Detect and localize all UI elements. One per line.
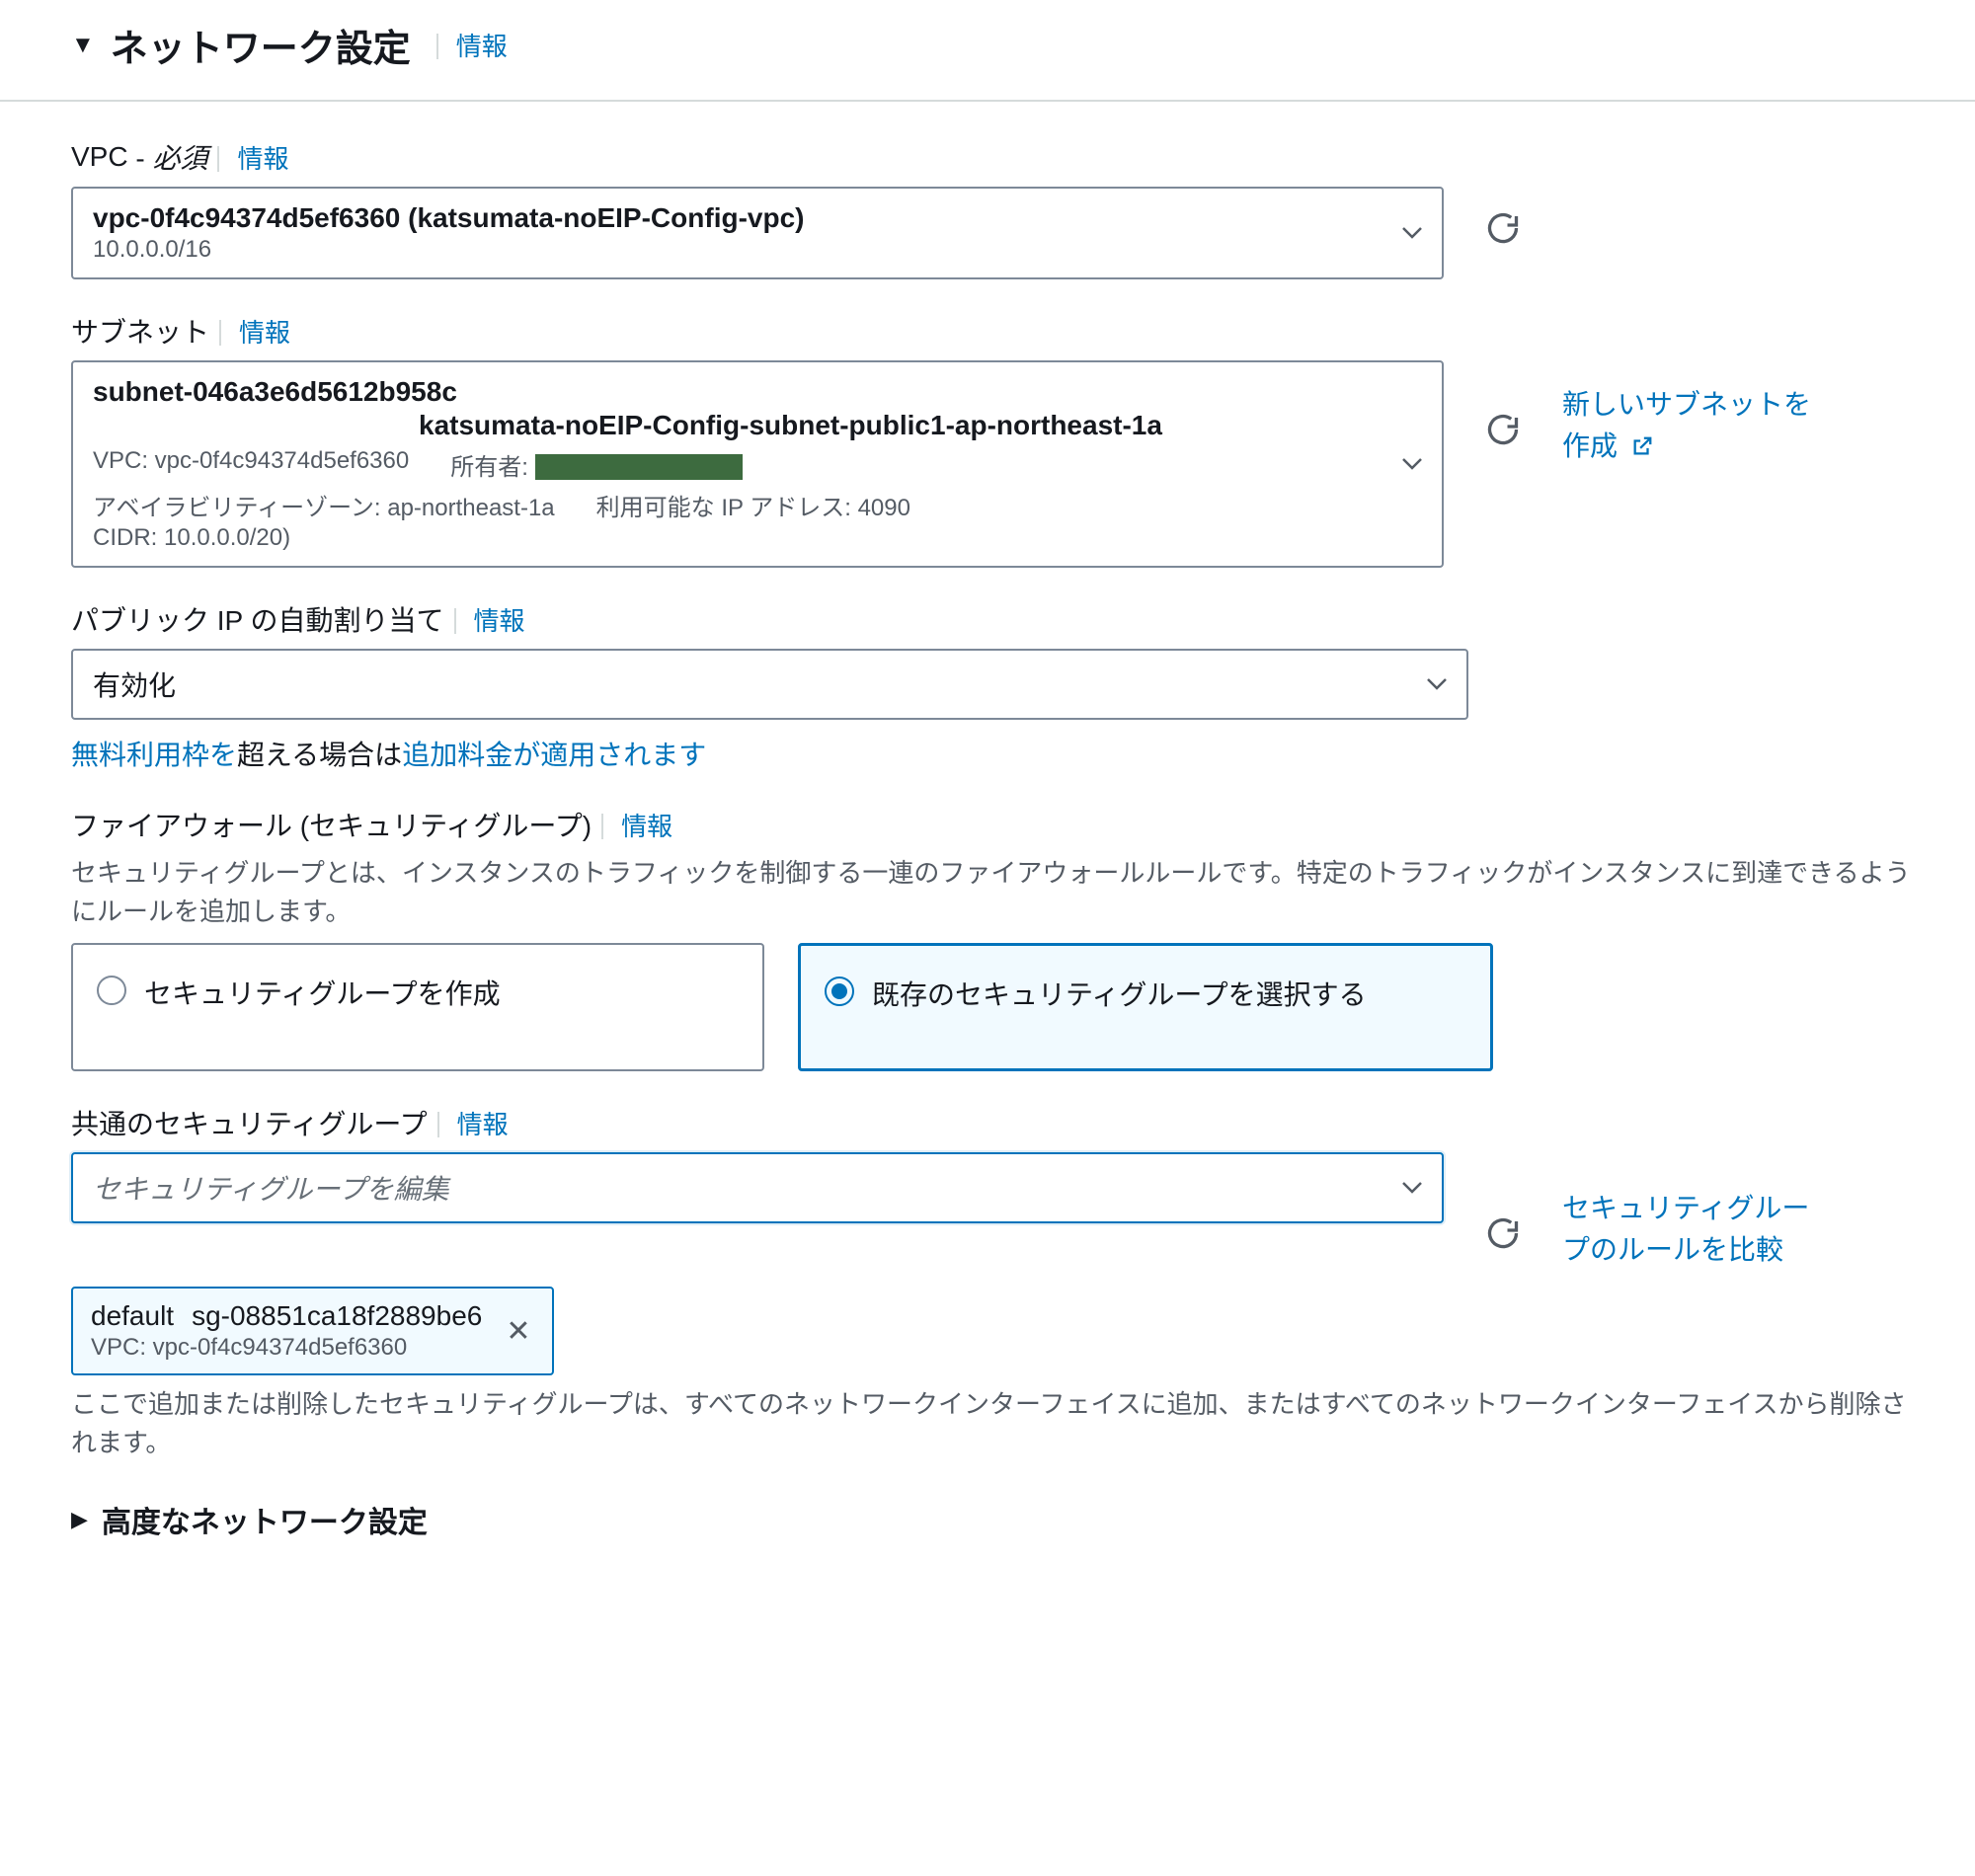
firewall-description: セキュリティグループとは、インスタンスのトラフィックを制御する一連のファイアウォ… xyxy=(71,854,1916,931)
header-info-link[interactable]: 情報 xyxy=(427,27,508,63)
chevron-down-icon xyxy=(1402,1182,1422,1194)
common-sg-label-row: 共通のセキュリティグループ 情報 xyxy=(71,1103,1916,1142)
common-sg-label: 共通のセキュリティグループ xyxy=(71,1103,428,1142)
vpc-field: VPC - 必須 情報 vpc-0f4c94374d5ef6360 (katsu… xyxy=(71,137,1916,279)
remove-token-button[interactable]: ✕ xyxy=(502,1314,534,1349)
vpc-refresh-button[interactable] xyxy=(1473,198,1533,258)
vpc-label: VPC xyxy=(71,141,128,173)
advanced-network-toggle[interactable]: ▶ 高度なネットワーク設定 xyxy=(71,1498,1916,1541)
vpc-required: 必須 xyxy=(152,143,207,174)
vpc-info-link[interactable]: 情報 xyxy=(207,139,288,176)
common-sg-placeholder: セキュリティグループを編集 xyxy=(93,1168,1392,1208)
public-ip-info-link[interactable]: 情報 xyxy=(444,601,525,638)
sg-refresh-button[interactable] xyxy=(1473,1204,1533,1263)
subnet-name: katsumata-noEIP-Config-subnet-public1-ap… xyxy=(419,410,1392,441)
create-subnet-link[interactable]: 新しいサブネットを作成 xyxy=(1562,384,1819,469)
subnet-owner: 所有者: xyxy=(450,447,742,482)
sg-token-vpc: VPC: vpc-0f4c94374d5ef6360 xyxy=(91,1334,482,1362)
subnet-select[interactable]: subnet-046a3e6d5612b958c katsumata-noEIP… xyxy=(71,360,1444,568)
radio-create-label: セキュリティグループを作成 xyxy=(144,973,501,1012)
subnet-label: サブネット xyxy=(71,311,209,351)
firewall-label-row: ファイアウォール (セキュリティグループ) 情報 xyxy=(71,805,1916,844)
firewall-field: ファイアウォール (セキュリティグループ) 情報 セキュリティグループとは、イン… xyxy=(71,805,1916,1071)
free-tier-link-2[interactable]: 追加料金が適用されます xyxy=(402,740,706,770)
radio-existing-label: 既存のセキュリティグループを選択する xyxy=(872,974,1367,1013)
compare-sg-rules-link[interactable]: セキュリティグループのルールを比較 xyxy=(1562,1188,1819,1271)
public-ip-select[interactable]: 有効化 xyxy=(71,649,1468,720)
common-sg-select[interactable]: セキュリティグループを編集 xyxy=(71,1152,1444,1223)
public-ip-label-row: パブリック IP の自動割り当て 情報 xyxy=(71,599,1916,639)
redacted-owner xyxy=(535,454,743,480)
public-ip-label: パブリック IP の自動割り当て xyxy=(71,599,444,639)
radio-icon xyxy=(97,976,126,1005)
subnet-available-ip: 利用可能な IP アドレス: 4090 xyxy=(596,488,910,522)
subnet-id: subnet-046a3e6d5612b958c xyxy=(93,376,1392,408)
firewall-label: ファイアウォール (セキュリティグループ) xyxy=(71,805,592,844)
advanced-label: 高度なネットワーク設定 xyxy=(102,1498,428,1541)
section-title-text: ネットワーク設定 xyxy=(111,18,411,72)
subnet-label-row: サブネット 情報 xyxy=(71,311,1916,351)
firewall-radio-group: セキュリティグループを作成 既存のセキュリティグループを選択する xyxy=(71,943,1493,1071)
subnet-info-link[interactable]: 情報 xyxy=(209,313,290,350)
free-tier-notice: 無料利用枠を超える場合は追加料金が適用されます xyxy=(71,734,1916,773)
sg-token-title: defaultsg-08851ca18f2889be6 xyxy=(91,1300,482,1332)
sg-token: defaultsg-08851ca18f2889be6 VPC: vpc-0f4… xyxy=(71,1287,554,1375)
radio-icon xyxy=(825,977,854,1006)
public-ip-value: 有効化 xyxy=(93,664,1417,704)
firewall-info-link[interactable]: 情報 xyxy=(592,807,672,843)
free-tier-link-1[interactable]: 無料利用枠を xyxy=(71,740,237,770)
network-settings-panel: VPC - 必須 情報 vpc-0f4c94374d5ef6360 (katsu… xyxy=(0,100,1975,1577)
chevron-down-icon xyxy=(1402,458,1422,470)
vpc-value: vpc-0f4c94374d5ef6360 (katsumata-noEIP-C… xyxy=(93,202,1392,234)
subnet-cidr: CIDR: 10.0.0.0/20) xyxy=(93,524,1392,552)
subnet-az: アベイラビリティーゾーン: ap-northeast-1a xyxy=(93,488,555,522)
common-sg-field: 共通のセキュリティグループ 情報 セキュリティグループを編集 セキュリティグルー… xyxy=(71,1103,1916,1462)
vpc-cidr: 10.0.0.0/16 xyxy=(93,236,1392,264)
subnet-refresh-button[interactable] xyxy=(1473,400,1533,459)
chevron-down-icon xyxy=(1402,227,1422,239)
subnet-field: サブネット 情報 subnet-046a3e6d5612b958c katsum… xyxy=(71,311,1916,568)
public-ip-field: パブリック IP の自動割り当て 情報 有効化 無料利用枠を超える場合は追加料金… xyxy=(71,599,1916,773)
subnet-vpc: VPC: vpc-0f4c94374d5ef6360 xyxy=(93,447,409,482)
network-settings-header[interactable]: ▼ ネットワーク設定 情報 xyxy=(0,0,1975,100)
radio-create-sg[interactable]: セキュリティグループを作成 xyxy=(71,943,764,1071)
vpc-select[interactable]: vpc-0f4c94374d5ef6360 (katsumata-noEIP-C… xyxy=(71,187,1444,279)
section-title: ネットワーク設定 xyxy=(111,18,411,72)
expand-caret-icon: ▶ xyxy=(71,1507,88,1532)
external-link-icon xyxy=(1631,428,1653,469)
vpc-label-row: VPC - 必須 情報 xyxy=(71,137,1916,177)
common-sg-helper: ここで追加または削除したセキュリティグループは、すべてのネットワークインターフェ… xyxy=(71,1385,1916,1462)
chevron-down-icon xyxy=(1427,678,1447,690)
collapse-caret-icon: ▼ xyxy=(71,32,95,59)
radio-existing-sg[interactable]: 既存のセキュリティグループを選択する xyxy=(798,943,1493,1071)
common-sg-info-link[interactable]: 情報 xyxy=(428,1105,509,1141)
